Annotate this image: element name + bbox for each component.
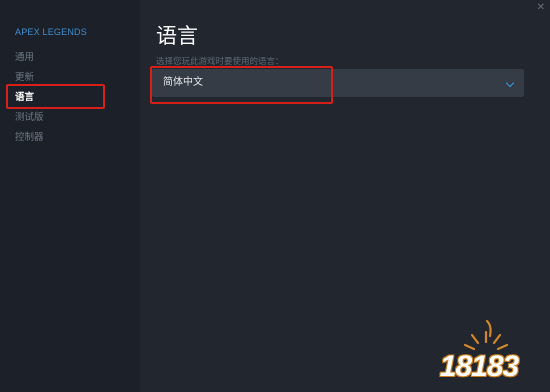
sidebar: APEX LEGENDS 通用 更新 语言 测试版 控制器 [0,0,140,392]
watermark-text: 18183 [439,350,519,383]
sidebar-item-controller[interactable]: 控制器 [0,128,140,148]
app-title: APEX LEGENDS [15,27,87,37]
chevron-down-icon [505,78,515,88]
sidebar-item-general[interactable]: 通用 [0,48,140,68]
sidebar-item-betas[interactable]: 测试版 [0,108,140,128]
sidebar-item-updates[interactable]: 更新 [0,68,140,88]
sidebar-nav: 通用 更新 语言 测试版 控制器 [0,48,140,148]
sidebar-item-language[interactable]: 语言 [0,88,140,108]
language-select-label: 选择您玩此游戏时要使用的语言： [156,57,284,67]
close-icon[interactable]: ✕ [537,2,545,13]
language-dropdown-value: 简体中文 [163,77,203,88]
language-dropdown[interactable]: 简体中文 [152,69,524,97]
watermark-logo: 18183 [424,312,534,384]
page-title: 语言 [156,24,198,48]
